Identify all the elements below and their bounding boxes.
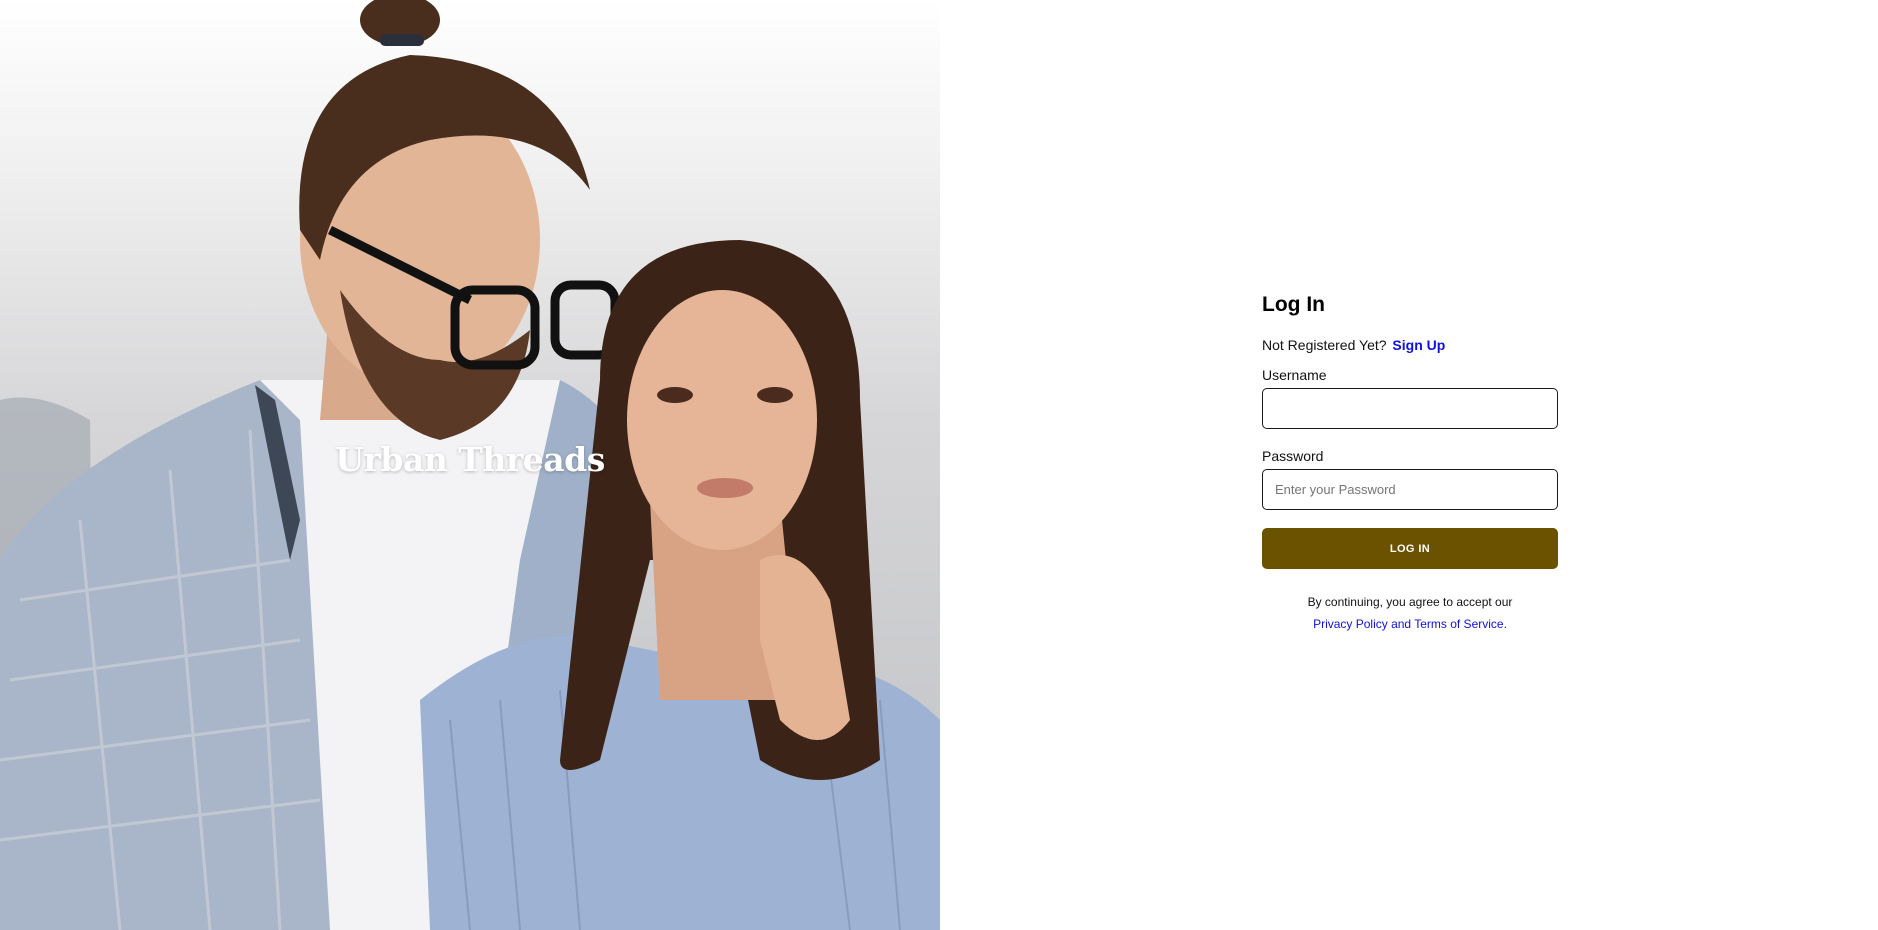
username-input[interactable] (1262, 388, 1558, 429)
terms-text: By continuing, you agree to accept our (1307, 595, 1513, 609)
hero-panel: Urban Threads (0, 0, 940, 930)
password-input[interactable] (1262, 469, 1558, 510)
register-prompt-text: Not Registered Yet? (1262, 337, 1387, 353)
terms-notice: By continuing, you agree to accept our P… (1262, 591, 1558, 635)
privacy-terms-link[interactable]: Privacy Policy and Terms of Service. (1313, 617, 1507, 631)
login-form: Log In Not Registered Yet? Sign Up Usern… (1262, 288, 1558, 635)
login-page: Urban Threads Log In Not Registered Yet?… (0, 0, 1878, 930)
signup-link[interactable]: Sign Up (1392, 337, 1445, 353)
register-prompt: Not Registered Yet? Sign Up (1262, 336, 1558, 354)
brand-title: Urban Threads (335, 440, 605, 479)
login-button[interactable]: LOG IN (1262, 528, 1558, 569)
username-label: Username (1262, 367, 1327, 383)
password-label: Password (1262, 448, 1324, 464)
page-title: Log In (1262, 293, 1325, 316)
